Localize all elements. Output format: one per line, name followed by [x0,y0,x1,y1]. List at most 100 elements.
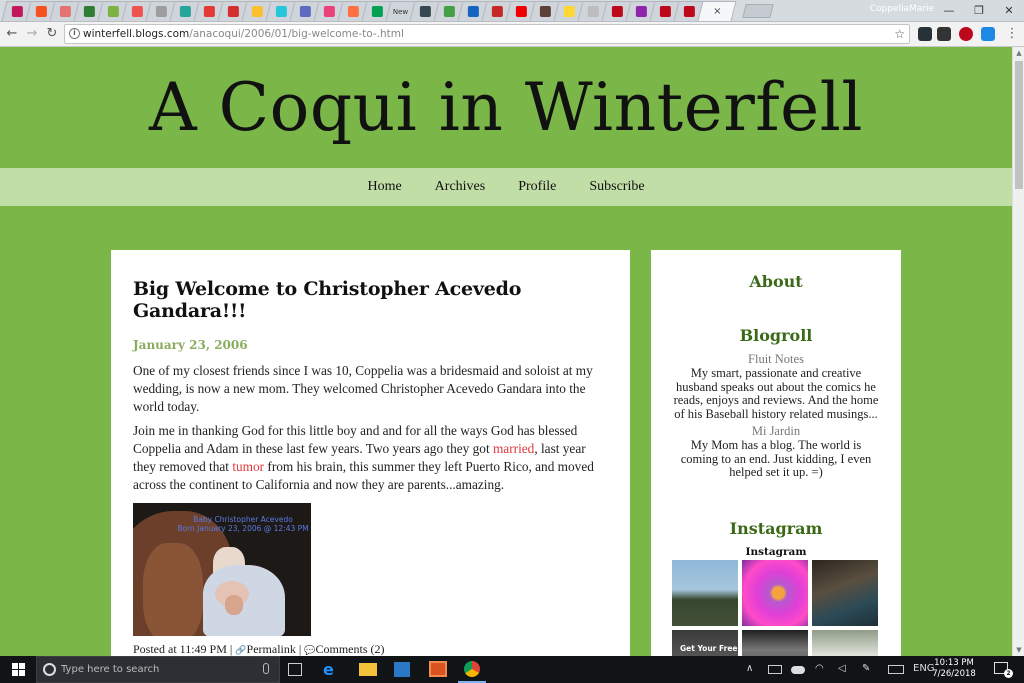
chrome-icon[interactable] [464,661,480,677]
window-controls: — ❐ ✕ [934,0,1024,20]
address-bar[interactable]: i winterfell.blogs.com/anacoqui/2006/01/… [64,24,910,44]
tab-favicon-icon [635,6,647,17]
tab-favicon-icon [419,6,431,17]
nav-home[interactable]: Home [367,179,401,195]
volume-icon[interactable]: ◁ [838,663,846,674]
comments-link[interactable]: Comments (2) [315,642,384,656]
new-tab-button[interactable] [742,4,774,18]
blogroll-heading: Blogroll [739,326,813,345]
clock-date: 7/26/2018 [932,669,976,679]
tab-favicon-icon [515,6,527,17]
taskbar-clock[interactable]: 10:13 PM 7/26/2018 [928,658,980,680]
post-paragraph: Join me in thanking God for this little … [133,422,608,494]
browser-tab-active[interactable]: × [697,1,737,21]
back-arrow-icon[interactable]: ← [4,26,20,42]
separator: | [229,642,233,656]
blogroll-link[interactable]: Fluit Notes [671,352,881,367]
forward-arrow-icon[interactable]: → [24,26,40,42]
instagram-photo[interactable] [672,560,738,626]
tab-favicon-icon [227,6,239,17]
instagram-photo[interactable] [812,560,878,626]
wifi-icon[interactable]: ◠ [815,663,824,674]
tab-favicon-icon [155,6,167,17]
instagram-photo[interactable]: Get Your Free [672,630,738,656]
blogroll-link[interactable]: Mi Jardin [671,424,881,439]
tab-favicon-icon [587,6,599,17]
tab-close-icon[interactable]: × [711,6,722,17]
tab-favicon-icon [611,6,623,17]
post-footer: Posted at 11:49 PM | 🔗Permalink | 💬Comme… [133,642,608,656]
instagram-tile-text: Get Your Free [680,644,738,653]
nav-profile[interactable]: Profile [518,179,556,195]
site-title[interactable]: A Coqui in Winterfell [0,69,1012,146]
layers-extension-icon[interactable] [937,27,951,41]
permalink-link[interactable]: Permalink [247,642,296,656]
start-button[interactable] [0,656,36,683]
tab-favicon-icon [371,6,383,17]
tab-label: New [393,7,409,16]
post-body: One of my closest friends since I was 10… [133,362,608,494]
post-title[interactable]: Big Welcome to Christopher Acevedo Ganda… [133,278,608,322]
app-icon[interactable] [429,661,447,677]
scroll-down-icon[interactable]: ▼ [1013,644,1024,656]
page-scrollbar[interactable]: ▲ ▼ [1012,47,1024,656]
tab-favicon-icon [683,6,695,17]
store-icon[interactable] [394,662,410,677]
tab-favicon-icon [275,6,287,17]
post-paragraph: One of my closest friends since I was 10… [133,363,593,414]
instagram-subheading[interactable]: Instagram [651,546,901,558]
site-info-icon[interactable]: i [69,28,80,39]
photo-caption-line: Baby Christopher Acevedo [193,515,293,524]
separator: | [298,642,302,656]
bookmark-star-icon[interactable]: ☆ [894,25,905,43]
about-heading: About [749,272,803,291]
post-photo[interactable]: Baby Christopher Acevedo Born January 23… [133,503,311,636]
onedrive-icon[interactable] [791,666,805,674]
keyboard-icon[interactable] [888,665,904,674]
pinterest-icon[interactable] [959,27,973,41]
tab-favicon-icon [131,6,143,17]
profile-name[interactable]: CoppeliaMarie [870,4,934,14]
tray-overflow-icon[interactable]: ∧ [746,663,753,674]
extension-icon[interactable] [918,27,932,41]
permalink-icon: 🔗 [235,645,247,655]
instagram-photo[interactable] [742,560,808,626]
scrollbar-thumb[interactable] [1015,61,1023,189]
microphone-icon[interactable] [263,663,269,674]
tab-favicon-icon [59,6,71,17]
photo-caption-line: Born January 23, 2006 @ 12:43 PM [177,524,309,533]
comment-icon: 💬 [304,645,316,655]
battery-icon[interactable] [768,665,782,674]
cortana-icon [43,663,56,676]
instagram-heading: Instagram [729,519,823,538]
tab-strip: New × CoppeliaMarie — ❐ ✕ [0,0,1024,22]
instagram-photo[interactable] [742,630,808,656]
instagram-photo[interactable] [812,630,878,656]
task-view-icon[interactable] [288,663,302,676]
nav-archives[interactable]: Archives [435,179,486,195]
web-page: A Coqui in Winterfell Home Archives Prof… [0,47,1012,656]
tab-favicon-icon [203,6,215,17]
tab-favicon-icon [347,6,359,17]
sidebar: About Blogroll Fluit Notes My smart, pas… [651,250,901,656]
taskbar-search[interactable]: Type here to search [36,656,280,683]
tab-favicon-icon [443,6,455,17]
close-window-icon[interactable]: ✕ [994,0,1024,20]
scroll-up-icon[interactable]: ▲ [1013,47,1024,59]
pen-icon[interactable]: ✎ [862,663,870,674]
restore-icon[interactable]: ❐ [964,0,994,20]
browser-menu-icon[interactable]: ⋮ [1004,26,1020,42]
married-link[interactable]: married [493,441,534,456]
minimize-icon[interactable]: — [934,0,964,20]
reload-icon[interactable]: ↻ [44,26,60,42]
nav-subscribe[interactable]: Subscribe [589,179,644,195]
edge-icon[interactable]: e [323,660,341,679]
post-date: January 23, 2006 [133,338,248,352]
notification-icon[interactable]: 2 [994,662,1013,678]
blogroll-description: My smart, passionate and creative husban… [673,366,879,421]
url-host: winterfell.blogs.com [83,28,190,40]
extension-icon[interactable] [981,27,995,41]
tab-favicon-icon [107,6,119,17]
file-explorer-icon[interactable] [359,663,377,676]
tumor-link[interactable]: tumor [232,459,264,474]
